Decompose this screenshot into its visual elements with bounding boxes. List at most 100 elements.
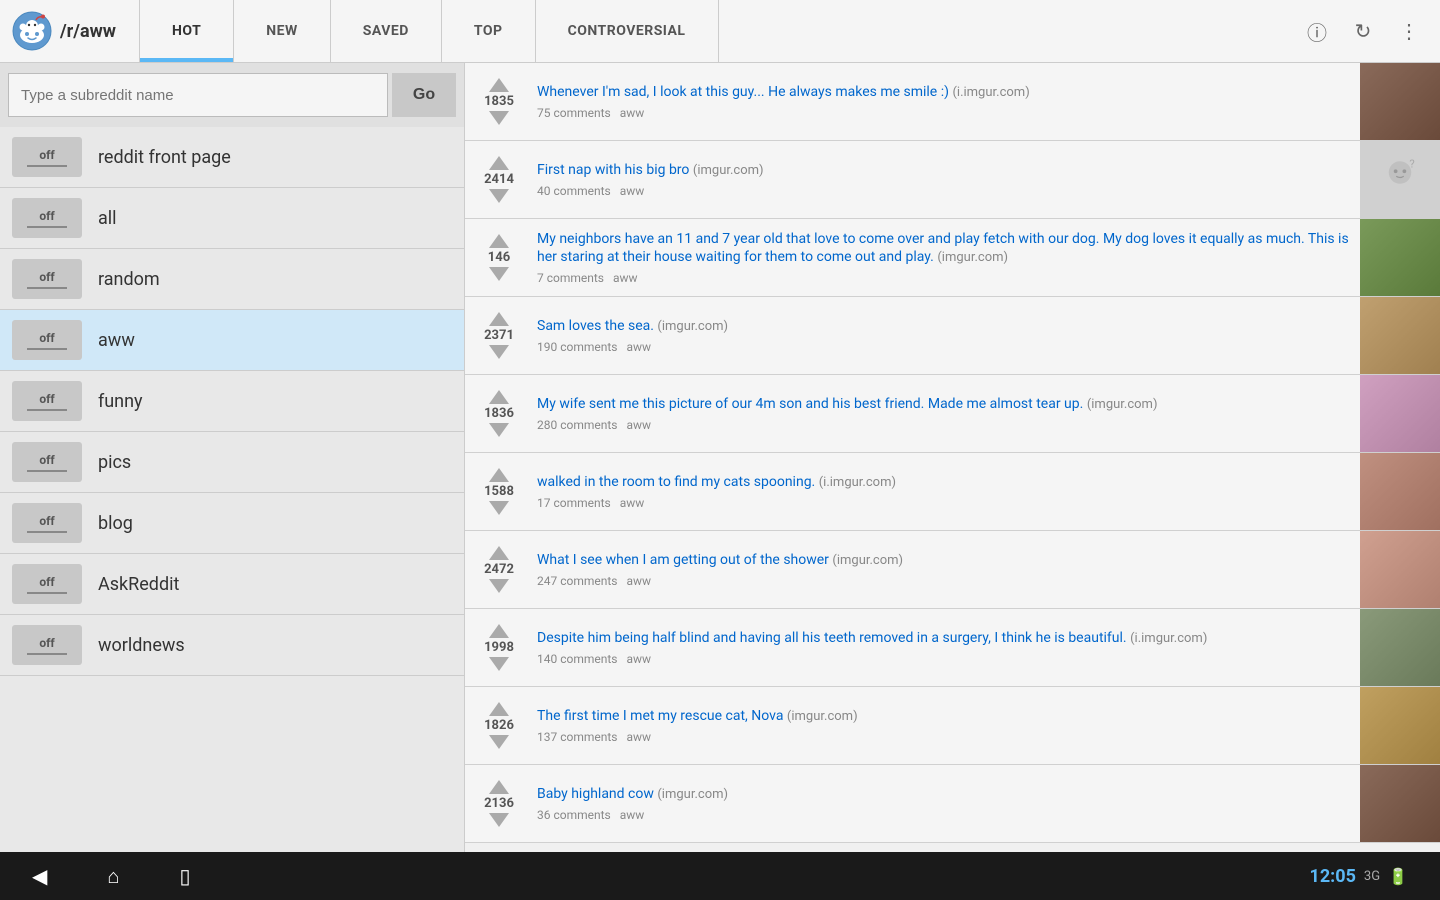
post-meta: 140 comments aww: [537, 652, 1352, 666]
upvote-button[interactable]: [489, 702, 509, 716]
upvote-button[interactable]: [489, 780, 509, 794]
more-icon[interactable]: ⋮: [1394, 16, 1424, 46]
home-button[interactable]: ⌂: [107, 864, 119, 889]
upvote-button[interactable]: [489, 156, 509, 170]
tab-top[interactable]: TOP: [442, 0, 536, 62]
sidebar-item-frontpage[interactable]: off reddit front page: [0, 127, 464, 188]
toggle-aww[interactable]: off: [12, 320, 82, 360]
post-title[interactable]: My neighbors have an 11 and 7 year old t…: [537, 230, 1352, 267]
post-thumbnail[interactable]: [1360, 765, 1440, 842]
post-content: Baby highland cow (imgur.com) 36 comment…: [533, 765, 1360, 842]
refresh-icon[interactable]: ↻: [1348, 16, 1378, 46]
go-button[interactable]: Go: [392, 73, 456, 117]
post-thumbnail[interactable]: [1360, 375, 1440, 452]
sidebar-item-blog[interactable]: off blog: [0, 493, 464, 554]
post-content: My neighbors have an 11 and 7 year old t…: [533, 219, 1360, 296]
vote-count: 1826: [484, 718, 514, 733]
post-thumbnail[interactable]: ?: [1360, 141, 1440, 218]
downvote-button[interactable]: [489, 345, 509, 359]
post-domain: (i.imgur.com): [819, 475, 896, 490]
post-subreddit: aww: [613, 271, 638, 285]
post-thumbnail[interactable]: [1360, 531, 1440, 608]
post-domain: (imgur.com): [693, 163, 764, 178]
sidebar-label-worldnews: worldnews: [98, 635, 185, 656]
sidebar-label-random: random: [98, 269, 160, 290]
downvote-button[interactable]: [489, 423, 509, 437]
upvote-button[interactable]: [489, 390, 509, 404]
post-thumbnail[interactable]: [1360, 453, 1440, 530]
post-subreddit: aww: [626, 340, 651, 354]
toggle-random[interactable]: off: [12, 259, 82, 299]
sidebar-item-askreddit[interactable]: off AskReddit: [0, 554, 464, 615]
recents-button[interactable]: ▯: [179, 864, 190, 888]
vote-section: 2414: [465, 141, 533, 218]
downvote-button[interactable]: [489, 579, 509, 593]
tab-saved[interactable]: SAVED: [331, 0, 442, 62]
search-input[interactable]: [8, 73, 388, 117]
upvote-button[interactable]: [489, 624, 509, 638]
toggle-pics[interactable]: off: [12, 442, 82, 482]
downvote-button[interactable]: [489, 657, 509, 671]
post-title[interactable]: walked in the room to find my cats spoon…: [537, 473, 1352, 492]
post-title[interactable]: Baby highland cow (imgur.com): [537, 785, 1352, 804]
downvote-button[interactable]: [489, 267, 509, 281]
vote-count: 2472: [484, 562, 514, 577]
post-title[interactable]: Despite him being half blind and having …: [537, 629, 1352, 648]
post-title[interactable]: What I see when I am getting out of the …: [537, 551, 1352, 570]
post-title[interactable]: My wife sent me this picture of our 4m s…: [537, 395, 1352, 414]
post-title[interactable]: Whenever I'm sad, I look at this guy... …: [537, 83, 1352, 102]
tab-controversial[interactable]: CONTROVERSIAL: [536, 0, 719, 62]
post-title[interactable]: Sam loves the sea. (imgur.com): [537, 317, 1352, 336]
tab-new[interactable]: NEW: [234, 0, 331, 62]
sidebar-label-frontpage: reddit front page: [98, 147, 231, 168]
toggle-askreddit[interactable]: off: [12, 564, 82, 604]
post-title[interactable]: First nap with his big bro (imgur.com): [537, 161, 1352, 180]
back-button[interactable]: ◀: [32, 864, 47, 888]
post-item: 1835 Whenever I'm sad, I look at this gu…: [465, 63, 1440, 141]
info-icon[interactable]: ⓘ: [1302, 16, 1332, 46]
post-thumbnail[interactable]: [1360, 297, 1440, 374]
toggle-worldnews[interactable]: off: [12, 625, 82, 665]
downvote-button[interactable]: [489, 813, 509, 827]
downvote-button[interactable]: [489, 735, 509, 749]
downvote-button[interactable]: [489, 111, 509, 125]
post-subreddit: aww: [626, 574, 651, 588]
post-subreddit: aww: [626, 730, 651, 744]
post-domain: (imgur.com): [1087, 397, 1158, 412]
upvote-button[interactable]: [489, 78, 509, 92]
post-thumbnail[interactable]: [1360, 609, 1440, 686]
comment-count: 75 comments: [537, 106, 611, 120]
post-item: 1998 Despite him being half blind and ha…: [465, 609, 1440, 687]
sidebar-item-aww[interactable]: off aww: [0, 310, 464, 371]
sidebar-item-funny[interactable]: off funny: [0, 371, 464, 432]
toggle-funny[interactable]: off: [12, 381, 82, 421]
post-content: What I see when I am getting out of the …: [533, 531, 1360, 608]
downvote-button[interactable]: [489, 501, 509, 515]
toggle-frontpage[interactable]: off: [12, 137, 82, 177]
upvote-button[interactable]: [489, 234, 509, 248]
vote-count: 2136: [484, 796, 514, 811]
toggle-blog[interactable]: off: [12, 503, 82, 543]
vote-count: 1835: [484, 94, 514, 109]
sidebar-label-pics: pics: [98, 452, 131, 473]
toggle-all[interactable]: off: [12, 198, 82, 238]
post-thumbnail[interactable]: [1360, 687, 1440, 764]
sidebar-item-random[interactable]: off random: [0, 249, 464, 310]
sidebar-item-all[interactable]: off all: [0, 188, 464, 249]
post-thumbnail[interactable]: [1360, 219, 1440, 296]
android-nav: ◀ ⌂ ▯: [32, 864, 191, 889]
sidebar-item-pics[interactable]: off pics: [0, 432, 464, 493]
vote-section: 1835: [465, 63, 533, 140]
tab-hot[interactable]: HOT: [140, 0, 234, 62]
upvote-button[interactable]: [489, 312, 509, 326]
upvote-button[interactable]: [489, 546, 509, 560]
subreddit-title: /r/aww: [60, 21, 116, 42]
comment-count: 17 comments: [537, 496, 611, 510]
post-title[interactable]: The first time I met my rescue cat, Nova…: [537, 707, 1352, 726]
status-bar: 12:05 3G 🔋: [1310, 866, 1408, 887]
downvote-button[interactable]: [489, 189, 509, 203]
sidebar-item-worldnews[interactable]: off worldnews: [0, 615, 464, 676]
post-thumbnail[interactable]: [1360, 63, 1440, 140]
upvote-button[interactable]: [489, 468, 509, 482]
post-item: 146 My neighbors have an 11 and 7 year o…: [465, 219, 1440, 297]
